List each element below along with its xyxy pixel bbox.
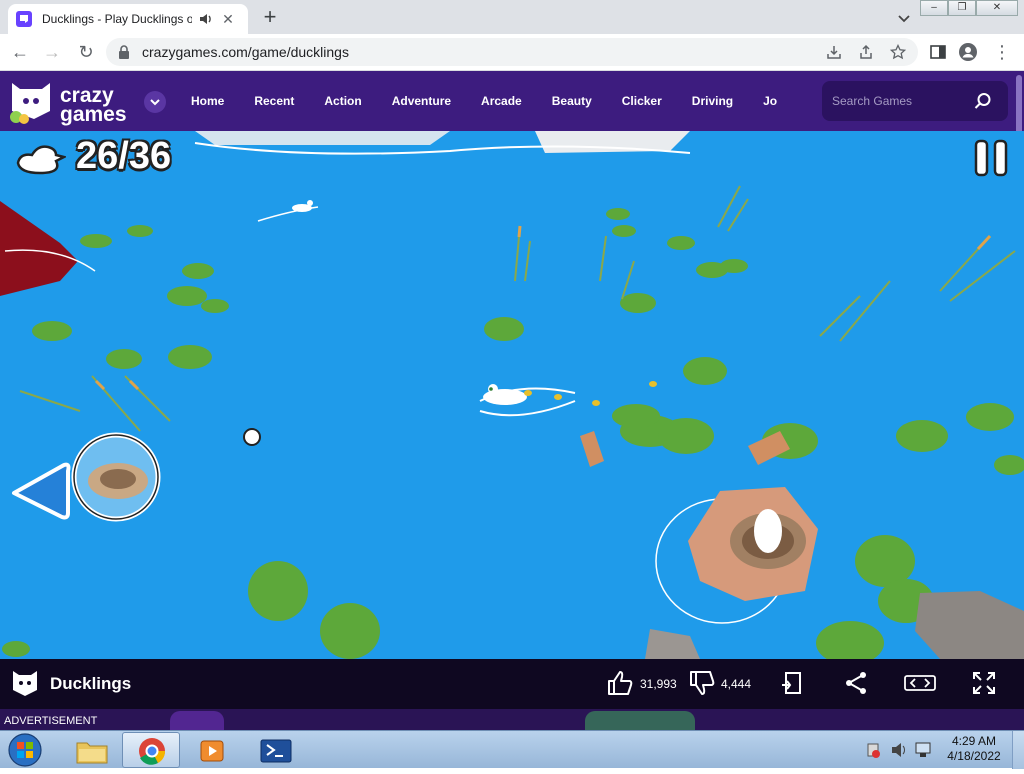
taskbar-media-player[interactable] [182, 732, 240, 768]
back-arrow-icon[interactable]: ← [10, 42, 30, 62]
forward-arrow-icon[interactable]: → [42, 42, 62, 62]
search-icon[interactable] [974, 92, 992, 110]
system-tray [867, 742, 931, 758]
chrome-icon [139, 738, 166, 765]
nest-island [655, 487, 818, 624]
address-bar[interactable]: crazygames.com/game/ducklings [106, 38, 918, 66]
nav-beauty[interactable]: Beauty [537, 94, 607, 108]
chevron-down-icon[interactable] [896, 10, 912, 26]
duck-silhouette-icon [16, 144, 66, 174]
nav-driving[interactable]: Driving [677, 94, 748, 108]
distant-duck [257, 200, 319, 222]
like-count: 31,993 [640, 677, 677, 691]
categories-dropdown-icon[interactable] [144, 91, 166, 113]
crazygames-favicon-icon [16, 11, 32, 27]
duckling-counter: 26/36 [12, 135, 171, 178]
nav-arcade[interactable]: Arcade [466, 94, 537, 108]
new-tab-button[interactable]: + [258, 6, 282, 30]
windows-taskbar: 4:29 AM 4/18/2022 [0, 730, 1024, 769]
nav-clicker[interactable]: Clicker [607, 94, 677, 108]
clock-date: 4/18/2022 [947, 749, 1001, 763]
network-icon[interactable] [915, 742, 931, 757]
lock-icon [119, 45, 129, 59]
theater-mode-icon[interactable] [904, 669, 936, 697]
volume-icon[interactable] [892, 743, 905, 757]
browser-toolbar: ← → ↻ crazygames.com/game/ducklings ⋮ [0, 34, 1024, 71]
audio-playing-icon[interactable] [198, 11, 214, 27]
mother-duck [479, 384, 576, 417]
fullscreen-icon[interactable] [970, 669, 998, 697]
url-text: crazygames.com/game/ducklings [142, 44, 349, 60]
kebab-menu-icon[interactable]: ⋮ [992, 42, 1012, 62]
nav-home[interactable]: Home [176, 94, 239, 108]
folder-icon [76, 742, 108, 764]
thumbs-down-icon[interactable] [688, 669, 716, 697]
bookmark-star-icon[interactable] [890, 44, 906, 60]
steer-left-arrow-icon[interactable] [10, 461, 72, 521]
red-boat [0, 201, 78, 296]
thumbs-up-icon[interactable] [606, 669, 634, 697]
media-player-icon [200, 740, 224, 762]
category-nav: Home Recent Action Adventure Arcade Beau… [176, 71, 792, 131]
install-app-icon[interactable] [826, 44, 842, 60]
advertisement-strip: ADVERTISEMENT [0, 709, 1024, 730]
windows-start-icon[interactable] [6, 732, 44, 768]
taskbar-chrome[interactable] [122, 732, 180, 768]
crazygames-logo[interactable]: crazy games [8, 79, 138, 125]
ad-banner-center[interactable] [585, 711, 695, 730]
dislike-count: 4,444 [721, 677, 752, 691]
taskbar-clock[interactable]: 4:29 AM 4/18/2022 [944, 734, 1004, 764]
logo-word-games: games [60, 103, 127, 126]
crazygames-mascot-icon [10, 83, 50, 124]
share-icon[interactable] [858, 44, 874, 60]
taskbar-powershell[interactable] [246, 732, 304, 768]
profile-avatar-icon[interactable] [958, 42, 978, 62]
tab-strip: Ducklings - Play Ducklings o ✕ + – ❐ ✕ [0, 0, 1024, 34]
pause-icon[interactable] [972, 139, 1010, 177]
browser-tab[interactable]: Ducklings - Play Ducklings o ✕ [8, 4, 248, 34]
white-boat-left [195, 131, 450, 145]
rock-right [915, 591, 1024, 659]
game-info-bar: Ducklings 31,993 4,444 [0, 659, 1024, 709]
nav-recent[interactable]: Recent [239, 94, 309, 108]
tab-title: Ducklings - Play Ducklings o [42, 12, 192, 26]
site-header: crazy games Home Recent Action Adventure… [0, 71, 1024, 131]
report-bug-icon[interactable] [778, 669, 806, 697]
share-icon[interactable] [842, 669, 870, 697]
search-box [822, 81, 1008, 121]
search-input[interactable] [832, 93, 962, 109]
duckling-score: 26/36 [76, 135, 172, 177]
restore-button[interactable]: ❐ [948, 0, 976, 16]
mouse-cursor [243, 428, 261, 446]
nav-adventure[interactable]: Adventure [377, 94, 466, 108]
ad-banner-left[interactable] [170, 711, 224, 730]
reload-icon[interactable]: ↻ [76, 42, 96, 62]
window-controls: – ❐ ✕ [920, 0, 1018, 16]
pond-scene [0, 131, 1024, 659]
crazygames-logo-icon[interactable] [10, 668, 40, 698]
logo-wordmark: crazy games [60, 85, 127, 126]
tab-close-icon[interactable]: ✕ [220, 11, 236, 27]
close-window-button[interactable]: ✕ [976, 0, 1018, 16]
cattail-heads [94, 225, 992, 391]
game-title: Ducklings [50, 674, 132, 693]
floating-log [580, 431, 604, 467]
powershell-icon [260, 739, 292, 763]
ducklings-following [524, 381, 657, 406]
nav-jo[interactable]: Jo [748, 94, 792, 108]
advertisement-label: ADVERTISEMENT [4, 715, 98, 727]
clock-time: 4:29 AM [951, 734, 997, 748]
minimize-button[interactable]: – [920, 0, 948, 16]
nest-button-icon[interactable] [70, 431, 162, 523]
side-panel-icon[interactable] [928, 42, 948, 62]
white-boat-right [535, 131, 690, 153]
game-canvas[interactable]: 26/36 [0, 131, 1024, 659]
taskbar-explorer[interactable] [62, 732, 120, 768]
action-center-flag-icon[interactable] [867, 743, 880, 758]
nav-action[interactable]: Action [309, 94, 376, 108]
rock-bottom [645, 629, 700, 659]
show-desktop-button[interactable] [1012, 731, 1024, 769]
